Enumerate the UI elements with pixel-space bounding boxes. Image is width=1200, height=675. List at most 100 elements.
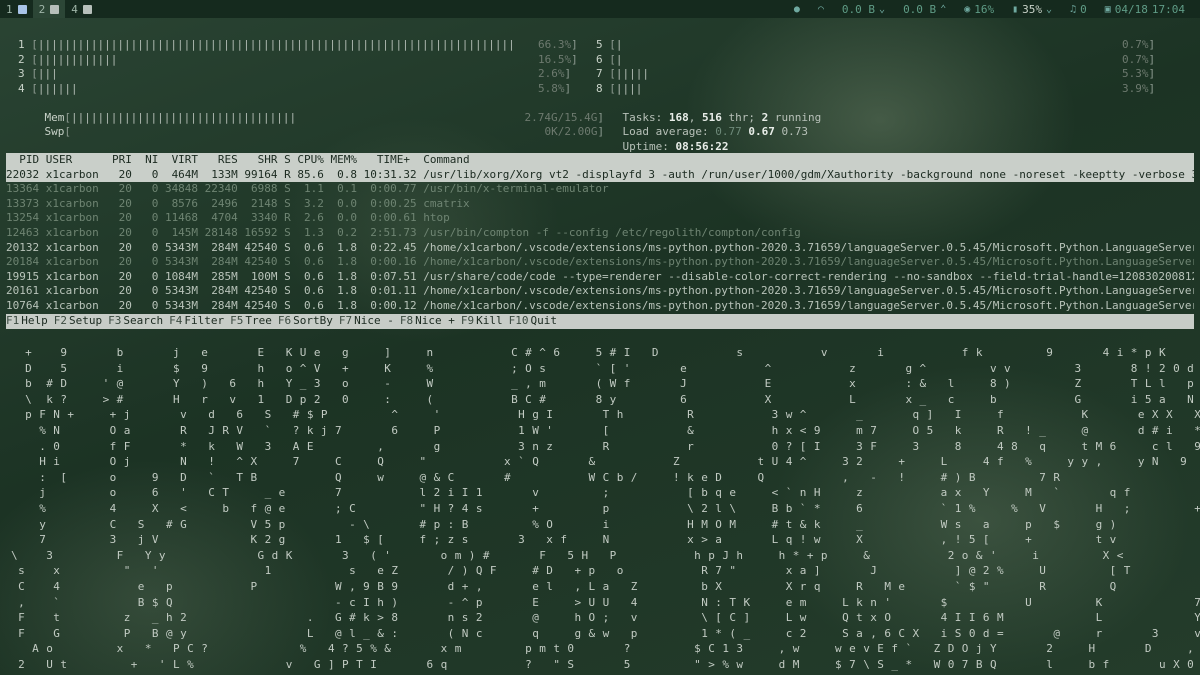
fkey-number: F1 [6, 314, 20, 327]
fkey-label: SortBy [293, 314, 339, 329]
htop-window[interactable]: 1 [|||||||||||||||||||||||||||||||||||||… [0, 30, 1200, 330]
cpu-percent-wrap: 5.3%] [1122, 67, 1156, 81]
process-row[interactable]: 20132 x1carbon 20 0 5343M 284M 42540 S 0… [6, 241, 1194, 256]
workspace-number: 1 [6, 2, 13, 16]
time-value: 17:04 [1151, 2, 1185, 16]
bell-icon: ♫ [1070, 3, 1077, 15]
matrix-line: 2 U t + ' L % v G ] P T I 6 q ? " S 5 " … [18, 657, 1195, 671]
cpu-meter-3: 3 [||| [18, 67, 58, 81]
cpu-meter-7: 7 [||||| [596, 67, 649, 81]
swp-value-wrap: 0K/2.00G] [544, 125, 605, 139]
matrix-line: F t z _ h 2 . G # k > 8 n s 2 @ h O ; v … [18, 611, 1200, 625]
net-down-value: 0.0 B [841, 2, 876, 16]
fkey-label: Kill [476, 314, 509, 329]
info-icon: ● [793, 3, 800, 15]
cpu-percent-wrap: 0.7%] [1122, 38, 1156, 51]
cpu-percent: 16.5% [538, 52, 572, 66]
matrix-line: % N O a R J R V ` ? k j 7 6 P 1 W ' [ & … [39, 423, 1200, 437]
fkey-tree-button[interactable]: F5 Tree [230, 314, 278, 329]
fkey-label: Search [123, 314, 170, 329]
matrix-line: \ 3 F Y y G d K 3 ( ' o m ) # F 5 H P h … [11, 548, 1124, 562]
battery-indicator[interactable]: ▮ 35% ⌄ [1003, 3, 1061, 16]
cpu-label: 3 [18, 67, 25, 81]
fkey-kill-button[interactable]: F9 Kill [461, 314, 509, 329]
calendar-icon: ▣ [1104, 3, 1111, 15]
process-row[interactable]: 12463 x1carbon 20 0 145M 28148 16592 S 1… [6, 226, 1194, 241]
cpu-meter-2: 2 [|||||||||||| [18, 52, 118, 66]
uptime-label: Uptime: [622, 139, 669, 153]
fkey-help-button[interactable]: F1 Help [6, 314, 54, 329]
process-table-header[interactable]: PID USER PRI NI VIRT RES SHR S CPU% MEM%… [6, 153, 1194, 168]
fkey-nice-button[interactable]: F8 Nice + [400, 314, 461, 329]
process-row[interactable]: 20161 x1carbon 20 0 5343M 284M 42540 S 0… [6, 284, 1194, 299]
fkey-quit-button[interactable]: F10 Quit [509, 314, 563, 329]
matrix-line: j o 6 ' C T _ e 7 l 2 i I 1 v ; [ b q e … [39, 486, 1131, 500]
cpu-value: 16% [974, 2, 995, 16]
wifi-indicator[interactable]: ◠ [809, 4, 833, 15]
fkey-number: F6 [277, 314, 292, 327]
cpu-bar: | [615, 52, 623, 66]
matrix-line: b # D ' @ Y ) 6 h Y _ 3 o - W _ , m ( W … [25, 377, 1195, 391]
cpu-percent-wrap: 16.5%] [538, 52, 578, 66]
cpu-label: 1 [18, 38, 25, 51]
blue-square-icon [17, 4, 27, 14]
notifications-indicator[interactable]: ♫ 0 [1061, 3, 1096, 16]
fkey-search-button[interactable]: F3 Search [108, 314, 170, 329]
fkey-setup-button[interactable]: F2 Setup [53, 314, 109, 329]
matrix-line: H i O j N ! ^ X 7 C Q " x ` Q & Z t U 4 … [39, 455, 1188, 469]
chevron-down-icon: ⌄ [1046, 3, 1053, 15]
process-row[interactable]: 20184 x1carbon 20 0 5343M 284M 42540 S 0… [6, 255, 1194, 270]
cpu-bar: | [615, 38, 623, 51]
clock-indicator[interactable]: ▣ 04/18 17:04 [1096, 3, 1194, 16]
workspace-4[interactable]: 4 [65, 0, 98, 18]
wifi-icon: ◠ [817, 3, 824, 15]
fkey-label: Help [21, 314, 54, 329]
grey-square-icon [82, 4, 92, 14]
cpu-percent: 5.8% [538, 81, 565, 95]
fkey-number: F5 [230, 314, 244, 327]
fkey-number: F3 [108, 314, 122, 327]
battery-value: 35% [1022, 2, 1043, 16]
cmatrix-window[interactable]: + 9 b j e E K U e g ] n C # ^ 6 5 # I D … [0, 345, 1200, 675]
workspace-1[interactable]: 1 [0, 0, 33, 18]
process-row[interactable]: 22032 x1carbon 20 0 464M 133M 99164 R 85… [6, 167, 1194, 183]
process-row[interactable]: 19915 x1carbon 20 0 1084M 285M 100M S 0.… [6, 270, 1194, 285]
fkey-sortby-button[interactable]: F6 SortBy [278, 314, 339, 329]
cpu-bar: ||||| [615, 67, 649, 81]
battery-icon: ▮ [1012, 3, 1019, 15]
fkey-label: Nice - [354, 314, 400, 329]
process-row[interactable]: 13373 x1carbon 20 0 8576 2496 2148 S 3.2… [6, 197, 1194, 212]
fkey-number: F8 [399, 314, 414, 327]
info-indicator[interactable]: ● [785, 4, 809, 15]
fkey-number: F7 [338, 314, 353, 327]
matrix-line: . 0 f F * k W 3 A E , g 3 n z R r 0 ? [ … [39, 439, 1200, 453]
process-row[interactable]: 13364 x1carbon 20 0 34848 22340 6988 S 1… [6, 182, 1194, 197]
swp-label: Swp [44, 125, 65, 139]
matrix-line: : [ o 9 D ` T B Q w @ & C # W C b / ! k … [39, 470, 1061, 484]
process-row[interactable]: 10764 x1carbon 20 0 5343M 284M 42540 S 0… [6, 299, 1194, 314]
matrix-line: 7 3 j V K 2 g 1 $ [ f ; z s 3 x f N x > … [39, 533, 1117, 547]
workspace-2[interactable]: 2 [32, 0, 66, 18]
cpu-indicator[interactable]: ◉ 16% [955, 3, 1003, 16]
net-down-indicator[interactable]: 0.0 B ⌄ [833, 3, 894, 16]
cpu-percent: 0.7% [1122, 38, 1149, 51]
swp-value: 0K/2.00G [544, 125, 598, 139]
matrix-line: C 4 e p P W , 9 B 9 d + , e l , L a Z b … [18, 579, 1117, 593]
fkey-number: F2 [53, 314, 67, 327]
cpu-percent-wrap: 3.9%] [1122, 81, 1156, 95]
cpu-percent-wrap: 0.7%] [1122, 52, 1156, 66]
cpu-bar: |||| [615, 81, 643, 95]
net-up-value: 0.0 B [903, 2, 937, 16]
matrix-line: % 4 X < b f @ e ; C " H ? 4 s + p \ 2 l … [39, 501, 1200, 515]
cpu-label: 2 [18, 52, 25, 66]
swp-meter: Swp[ [44, 125, 72, 139]
net-up-indicator[interactable]: 0.0 B ⌃ [894, 3, 955, 16]
fkey-filter-button[interactable]: F4 Filter [169, 314, 231, 329]
function-key-bar: F1 Help F2 Setup F3 Search F4 Filter F5 Tree F6 Sor… [6, 314, 1194, 329]
fkey-nice-button[interactable]: F7 Nice - [339, 314, 400, 329]
matrix-line: s x " ' 1 s e Z / ) Q F # D + p o R 7 " … [18, 564, 1131, 578]
cpu-bar: |||||||||||| [37, 52, 118, 66]
process-row[interactable]: 13254 x1carbon 20 0 11468 4704 3340 R 2.… [6, 211, 1194, 226]
cpu-bar: |||||| [37, 81, 78, 95]
top-status-bar: 1 2 4 ● ◠ 0.0 B ⌄ 0.0 B ⌃ ◉ 16% ▮ 35% ⌄ ♫ … [0, 0, 1200, 18]
